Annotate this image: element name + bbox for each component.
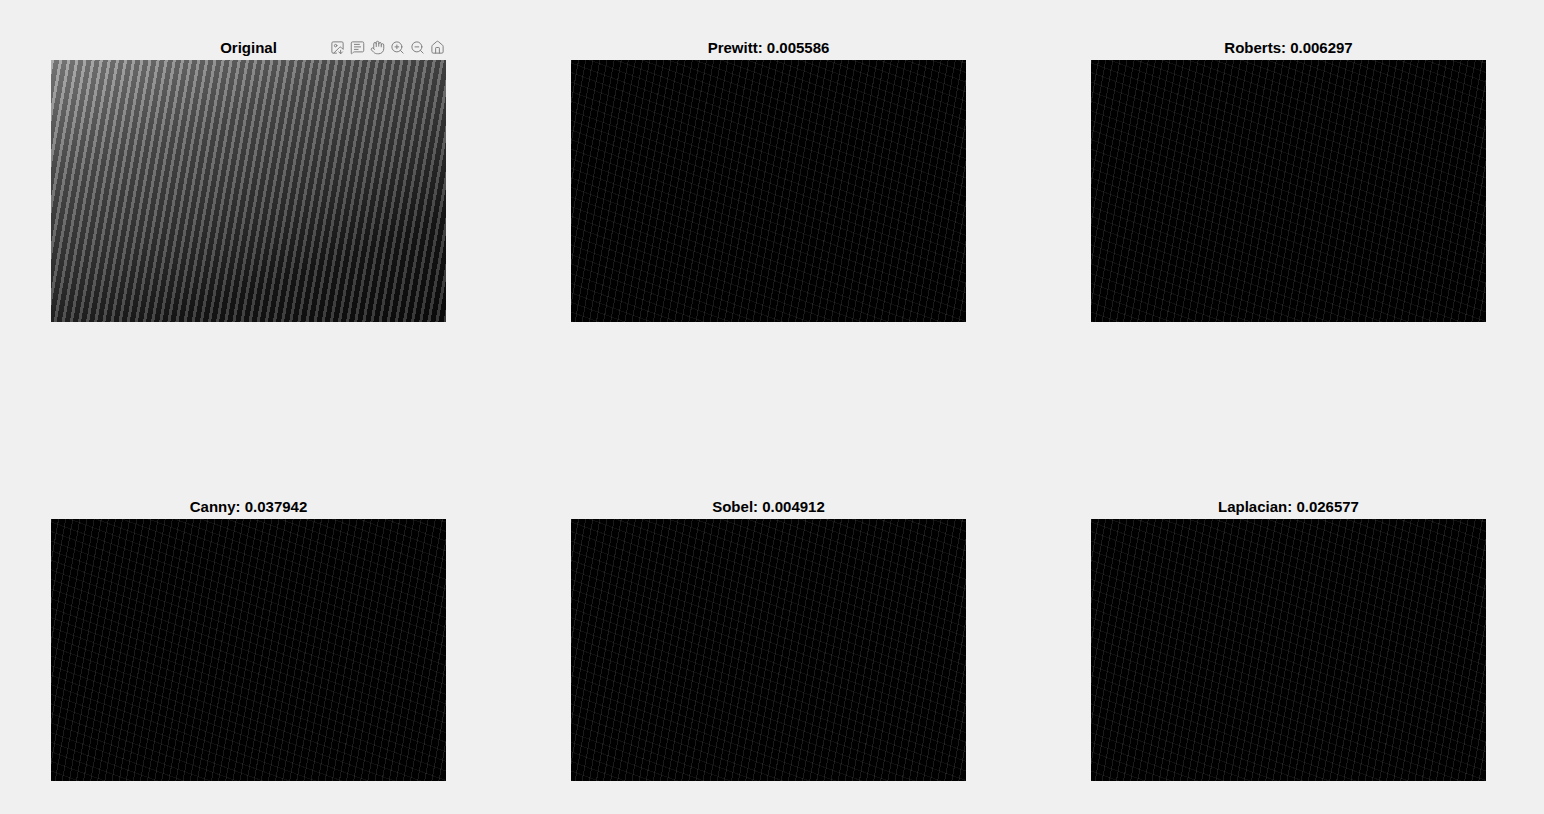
pan-hand-icon [370,40,385,55]
subplot: Prewitt: 0.005586 [571,38,966,322]
axes-tool-button[interactable] [369,39,386,56]
subplot-header: Prewitt: 0.005586 [571,38,966,58]
axes-tool-button[interactable] [349,39,366,56]
edge-image [1091,60,1486,322]
edge-image [571,519,966,781]
export-icon [330,40,345,55]
subplot: Sobel: 0.004912 [571,497,966,781]
axes-tool-button[interactable] [409,39,426,56]
subplot: Laplacian: 0.026577 [1091,497,1486,781]
axes-tool-button[interactable] [329,39,346,56]
axes-toolbar [329,39,446,56]
axes-tool-button[interactable] [389,39,406,56]
axes-tool-button[interactable] [429,39,446,56]
subplot: Canny: 0.037942 [51,497,446,781]
subplot: Original [51,38,446,322]
subplot-header: Sobel: 0.004912 [571,497,966,517]
subplot-header: Laplacian: 0.026577 [1091,497,1486,517]
subplot-title: Laplacian: 0.026577 [1218,497,1359,517]
subplot-title: Original [220,38,277,58]
original-image [51,60,446,322]
edge-image [571,60,966,322]
subplot-header: Roberts: 0.006297 [1091,38,1486,58]
subplot-header: Canny: 0.037942 [51,497,446,517]
edge-image [1091,519,1486,781]
subplot-title: Sobel: 0.004912 [712,497,825,517]
data-tips-icon [350,40,365,55]
subplot-header: Original [51,38,446,58]
subplot-title: Prewitt: 0.005586 [708,38,830,58]
subplot: Roberts: 0.006297 [1091,38,1486,322]
zoom-out-icon [410,40,425,55]
subplot-title: Canny: 0.037942 [190,497,308,517]
figure-window: Original Prewitt: 0.005586 Roberts: 0.0062… [0,0,1544,814]
edge-image [51,519,446,781]
home-icon [430,40,445,55]
subplot-title: Roberts: 0.006297 [1224,38,1352,58]
zoom-in-icon [390,40,405,55]
